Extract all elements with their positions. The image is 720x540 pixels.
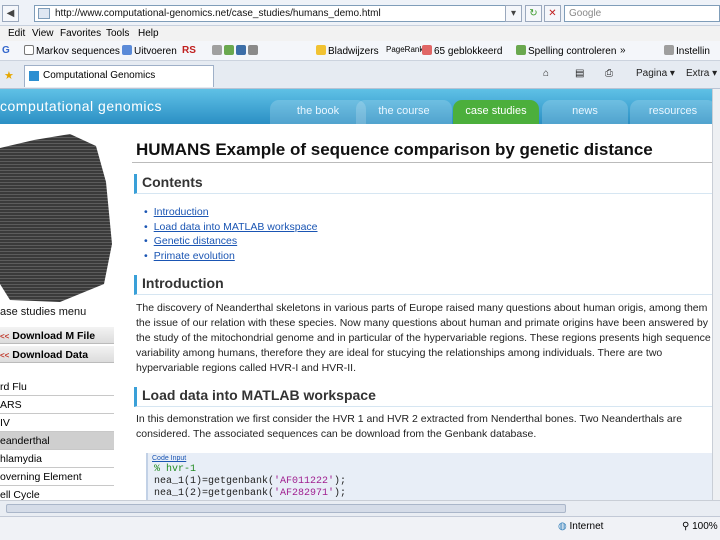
site-favicon-icon (29, 71, 39, 81)
code-line-1: nea_1(1)=getgenbank('AF011222'); (154, 476, 347, 487)
menu-edit[interactable]: Edit (8, 28, 25, 39)
rss-icon[interactable]: RS (182, 45, 196, 56)
zoom-icon: ⚲ (682, 521, 690, 532)
tab-computational-genomics[interactable]: Computational Genomics (24, 65, 214, 87)
g-icon (24, 45, 34, 55)
feeds-icon[interactable]: ▤ (575, 68, 584, 79)
code-block: Code Input % hvr-1 nea_1(1)=getgenbank('… (146, 453, 720, 500)
tab-bar: ★ Computational Genomics ⌂ ▤ ⎙ Pagina ▾ … (0, 61, 720, 89)
menu-tools[interactable]: Tools (106, 28, 129, 39)
graduation-icon (236, 45, 246, 55)
nav-news[interactable]: news (542, 100, 628, 124)
sidebar-item-hiv[interactable]: IV (0, 414, 114, 432)
toc-link-introduction[interactable]: Introduction (144, 206, 318, 221)
sidebar-item-bird-flu[interactable]: rd Flu (0, 378, 114, 396)
toolbar-blocked[interactable]: 65 geblokkeerd (422, 45, 502, 57)
code-line-2: nea_1(2)=getgenbank('AF282971'); (154, 488, 347, 499)
nav-case-studies[interactable]: case studies (453, 100, 539, 124)
menu-favorites[interactable]: Favorites (60, 28, 101, 39)
contents-heading: Contents (134, 174, 720, 194)
load-data-heading: Load data into MATLAB workspace (134, 387, 720, 407)
toolbar-markov[interactable]: Markov sequences (24, 45, 120, 57)
menu-bar: Edit View Favorites Tools Help (0, 26, 720, 41)
menu-help[interactable]: Help (138, 28, 159, 39)
menu-view[interactable]: View (32, 28, 54, 39)
favorites-star-icon[interactable]: ★ (4, 69, 14, 82)
page-icon (38, 8, 50, 19)
sidebar-item-neanderthal[interactable]: eanderthal (0, 432, 114, 450)
toc-link-load-data[interactable]: Load data into MATLAB workspace (144, 221, 318, 236)
page-menu[interactable]: Pagina ▾ (636, 68, 675, 79)
abc-check-icon (516, 45, 526, 55)
toc-link-genetic-distances[interactable]: Genetic distances (144, 235, 318, 250)
toolbar-more[interactable]: » (620, 45, 626, 56)
gear-icon (212, 45, 222, 55)
sidebar-item-governing-element[interactable]: overning Element (0, 468, 114, 486)
download-m-file-button[interactable]: << Download M File (0, 326, 114, 344)
status-bar: ◍ Internet ⚲ 100% (0, 516, 720, 540)
sidebar-item-chlamydia[interactable]: hlamydia (0, 450, 114, 468)
status-zone: ◍ Internet (558, 521, 604, 532)
sidebar-item-sars[interactable]: ARS (0, 396, 114, 414)
extra-menu[interactable]: Extra ▾ (686, 68, 717, 79)
print-icon[interactable]: ⎙ (605, 68, 613, 79)
toolbar-bladwijzers[interactable]: Bladwijzers (316, 45, 379, 57)
popup-blocker-icon (422, 45, 432, 55)
toolbar-pagerank[interactable]: PageRank (386, 45, 423, 54)
scrollbar-thumb[interactable] (6, 504, 566, 513)
bookmark-icon (224, 45, 234, 55)
nav-resources[interactable]: resources (630, 100, 716, 124)
zoom-level[interactable]: ⚲ 100% (682, 521, 718, 532)
globe-icon: ◍ (558, 521, 567, 532)
nav-the-course[interactable]: the course (356, 100, 452, 124)
back-icon[interactable]: ◀ (2, 5, 19, 22)
dropdown-icon[interactable]: ▾ (505, 5, 522, 22)
url-text: http://www.computational-genomics.net/ca… (55, 8, 381, 19)
url-input[interactable]: http://www.computational-genomics.net/ca… (34, 5, 520, 22)
main-content: HUMANS Example of sequence comparison by… (118, 124, 720, 500)
home-icon[interactable]: ⌂ (543, 68, 549, 79)
vertical-scrollbar[interactable] (712, 89, 720, 500)
run-icon (122, 45, 132, 55)
sidebar: ase studies menu << Download M File << D… (0, 124, 118, 504)
download-data-button[interactable]: << Download Data (0, 345, 114, 363)
tab-title: Computational Genomics (43, 70, 156, 81)
tools-icon (248, 45, 258, 55)
sidebar-title: ase studies menu (0, 306, 87, 318)
toolbar: G Markov sequences Uitvoeren RS Bladwijz… (0, 41, 720, 61)
site-title: computational genomics (0, 98, 162, 114)
toolbar-spelling[interactable]: Spelling controleren (516, 45, 616, 57)
toc-link-primate-evolution[interactable]: Primate evolution (144, 250, 318, 265)
contents-list: Introduction Load data into MATLAB works… (144, 206, 318, 264)
rosetta-stone-image (0, 134, 112, 302)
introduction-heading: Introduction (134, 275, 720, 295)
stop-icon[interactable]: ✕ (544, 5, 561, 22)
address-bar: ◀ http://www.computational-genomics.net/… (0, 0, 720, 26)
toolbar-settings[interactable]: Instellin (664, 45, 710, 57)
site-header: computational genomics the book the cour… (0, 89, 720, 124)
m-file-icon: << (0, 332, 10, 341)
page-menu-label: Pagina (636, 68, 668, 79)
search-input[interactable]: Google (564, 5, 720, 22)
load-data-text: In this demonstration we first consider … (136, 413, 683, 440)
introduction-text: The discovery of Neanderthal skeletons i… (136, 302, 711, 374)
google-logo: G (2, 45, 10, 56)
title-divider (132, 162, 720, 163)
code-input-label[interactable]: Code Input (152, 455, 186, 462)
code-comment: % hvr-1 (154, 464, 197, 475)
toolbar-uitvoeren[interactable]: Uitvoeren (122, 45, 177, 57)
nav-the-book[interactable]: the book (270, 100, 366, 124)
page-title: HUMANS Example of sequence comparison by… (136, 140, 653, 159)
settings-icon (664, 45, 674, 55)
refresh-icon[interactable]: ↻ (525, 5, 542, 22)
star-icon (316, 45, 326, 55)
toolbar-icons[interactable] (212, 45, 260, 57)
data-icon: << (0, 351, 10, 360)
extra-menu-label: Extra (686, 68, 710, 79)
horizontal-scrollbar[interactable] (0, 500, 720, 516)
